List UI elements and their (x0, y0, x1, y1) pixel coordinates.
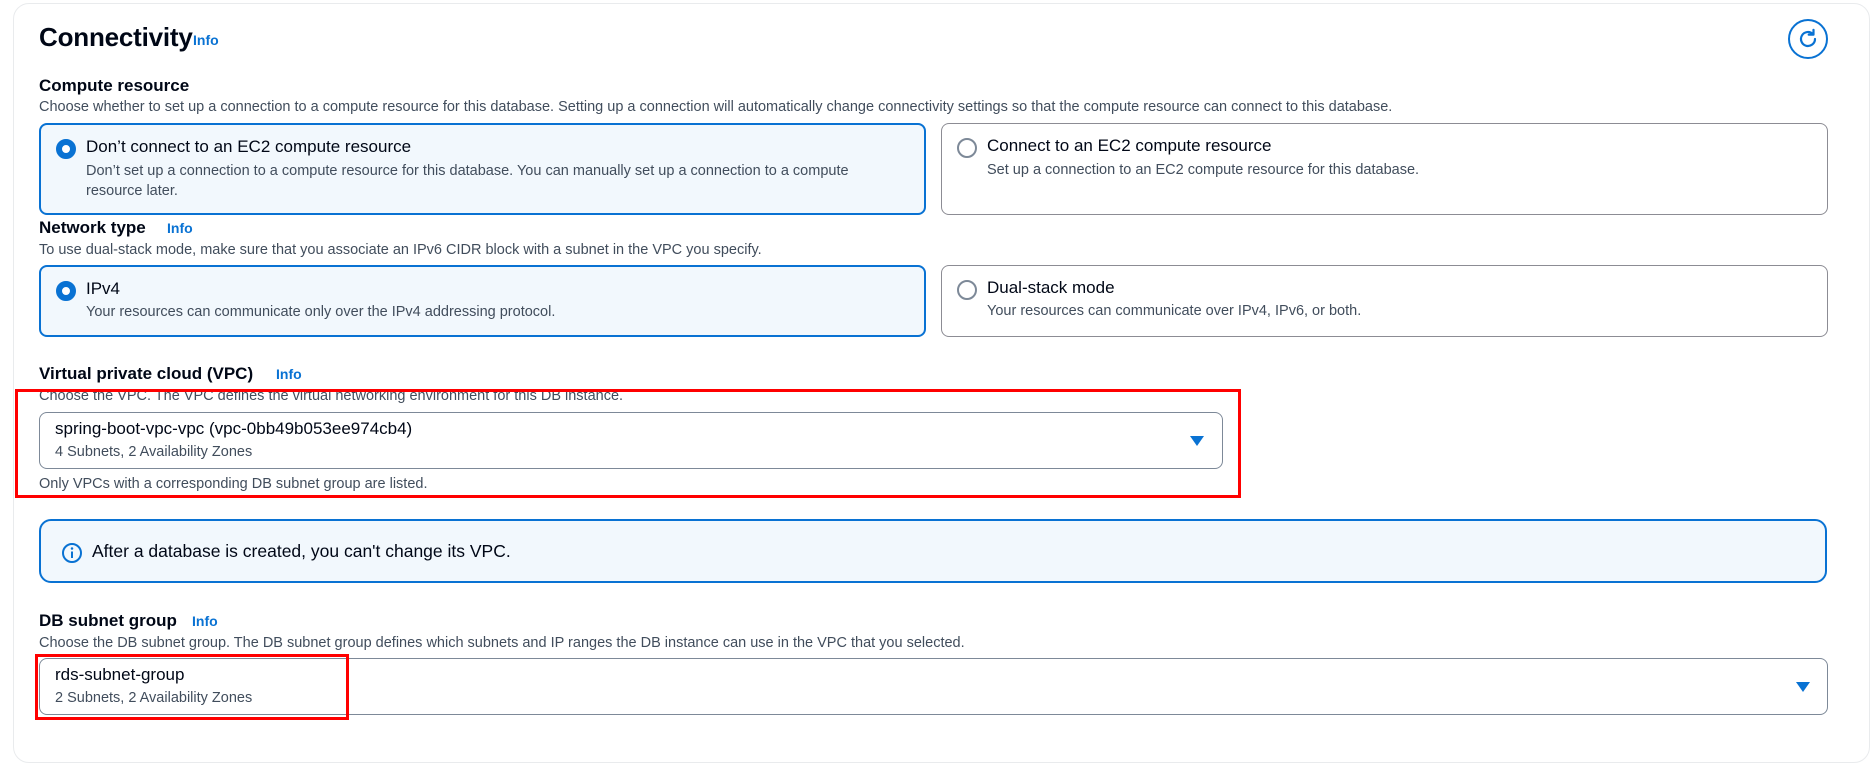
network-option-ipv4-title: IPv4 (86, 279, 121, 298)
radio-dont-connect[interactable] (56, 139, 76, 159)
compute-option-dont-connect-title: Don’t connect to an EC2 compute resource (86, 137, 412, 156)
network-option-ipv4-description: Your resources can communicate only over… (86, 304, 556, 320)
db-subnet-group-info-link[interactable]: Info (192, 613, 218, 629)
db-subnet-group-label: DB subnet group (39, 611, 177, 630)
compute-option-dont-connect[interactable]: Don’t connect to an EC2 compute resource… (39, 123, 926, 215)
vpc-selected-detail: 4 Subnets, 2 Availability Zones (55, 444, 253, 460)
connectivity-info-link[interactable]: Info (193, 32, 219, 48)
refresh-button[interactable] (1788, 19, 1828, 59)
network-type-description: To use dual-stack mode, make sure that y… (39, 242, 762, 258)
connectivity-title: Connectivity (39, 22, 193, 52)
network-option-ipv4[interactable]: IPv4 Your resources can communicate only… (39, 265, 926, 337)
network-option-dual-stack-description: Your resources can communicate over IPv4… (987, 303, 1362, 319)
refresh-icon (1799, 28, 1817, 48)
radio-connect-ec2[interactable] (957, 138, 977, 158)
vpc-info-alert: After a database is created, you can't c… (39, 519, 1827, 583)
compute-resource-description: Choose whether to set up a connection to… (39, 99, 1393, 115)
db-subnet-group-select[interactable]: rds-subnet-group 2 Subnets, 2 Availabili… (39, 658, 1828, 715)
compute-resource-label: Compute resource (39, 76, 190, 95)
compute-option-connect-ec2-description: Set up a connection to an EC2 compute re… (987, 162, 1420, 178)
radio-dual-stack[interactable] (957, 280, 977, 300)
db-subnet-group-selected-detail: 2 Subnets, 2 Availability Zones (55, 690, 253, 706)
compute-option-connect-ec2-title: Connect to an EC2 compute resource (987, 136, 1272, 155)
network-option-dual-stack[interactable]: Dual-stack mode Your resources can commu… (941, 265, 1828, 337)
vpc-select[interactable]: spring-boot-vpc-vpc (vpc-0bb49b053ee974c… (39, 412, 1223, 469)
vpc-info-link[interactable]: Info (276, 366, 302, 382)
vpc-selected-value: spring-boot-vpc-vpc (vpc-0bb49b053ee974c… (55, 419, 413, 438)
db-subnet-group-description: Choose the DB subnet group. The DB subne… (39, 635, 965, 651)
vpc-label: Virtual private cloud (VPC) (39, 364, 254, 383)
vpc-constraint-text: Only VPCs with a corresponding DB subnet… (39, 476, 428, 492)
compute-option-dont-connect-description: Don’t set up a connection to a compute r… (86, 163, 849, 199)
info-circle-icon (62, 543, 82, 563)
vpc-alert-text: After a database is created, you can't c… (92, 541, 511, 561)
network-option-dual-stack-title: Dual-stack mode (987, 278, 1115, 297)
network-type-label: Network type (39, 218, 146, 237)
compute-option-connect-ec2[interactable]: Connect to an EC2 compute resource Set u… (941, 123, 1828, 215)
db-subnet-group-selected-value: rds-subnet-group (55, 665, 185, 684)
caret-down-icon (1190, 436, 1204, 446)
vpc-description: Choose the VPC. The VPC defines the virt… (39, 388, 624, 404)
network-type-info-link[interactable]: Info (167, 220, 193, 236)
caret-down-icon (1796, 682, 1810, 692)
radio-ipv4[interactable] (56, 281, 76, 301)
